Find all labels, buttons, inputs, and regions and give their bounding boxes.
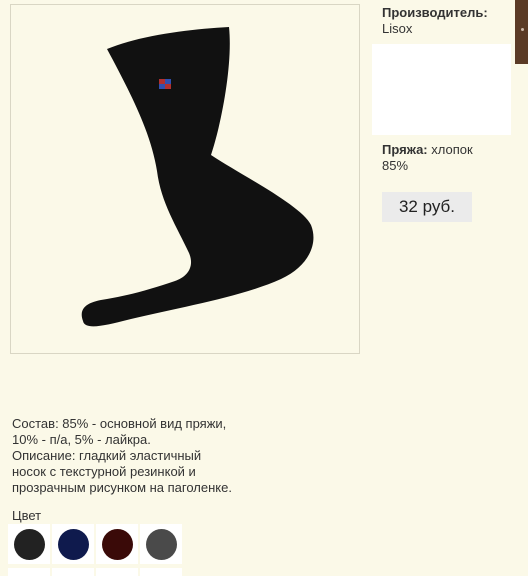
description-line: Описание: гладкий эластичный [12,448,202,463]
swatch-placeholder [8,568,50,576]
color-dot [101,528,133,560]
color-title: Цвет [12,508,42,523]
color-swatch-navy[interactable] [52,524,94,564]
description-line: носок с текстурной резинкой и [12,464,196,479]
color-swatch-grey[interactable] [140,524,182,564]
swatch-row-2 [8,568,184,576]
sock-image [81,27,314,327]
side-tab[interactable] [515,0,528,64]
yarn-info: Пряжа: хлопок 85% [382,142,502,174]
swatch-placeholder [96,568,138,576]
description-line: 10% - п/а, 5% - лайкра. [12,432,151,447]
color-swatch-black[interactable] [8,524,50,564]
product-image[interactable] [10,4,360,354]
manufacturer-value: Lisox [382,21,413,36]
description-line: прозрачным рисунком на паголенке. [12,480,232,495]
manufacturer-logo [372,44,511,135]
color-swatches [8,524,184,564]
swatch-placeholder [52,568,94,576]
side-tab-dot [521,28,524,31]
swatch-placeholder [140,568,182,576]
color-dot [13,528,45,560]
color-dot [57,528,89,560]
manufacturer-label: Производитель: [382,5,488,20]
color-swatch-burgundy[interactable] [96,524,138,564]
description-line: Состав: 85% - основной вид пряжи, [12,416,227,431]
yarn-label: Пряжа: [382,142,428,157]
product-description: Состав: 85% - основной вид пряжи, 10% - … [12,416,274,496]
price-badge: 32 руб. [382,192,472,222]
color-dot [145,528,177,560]
